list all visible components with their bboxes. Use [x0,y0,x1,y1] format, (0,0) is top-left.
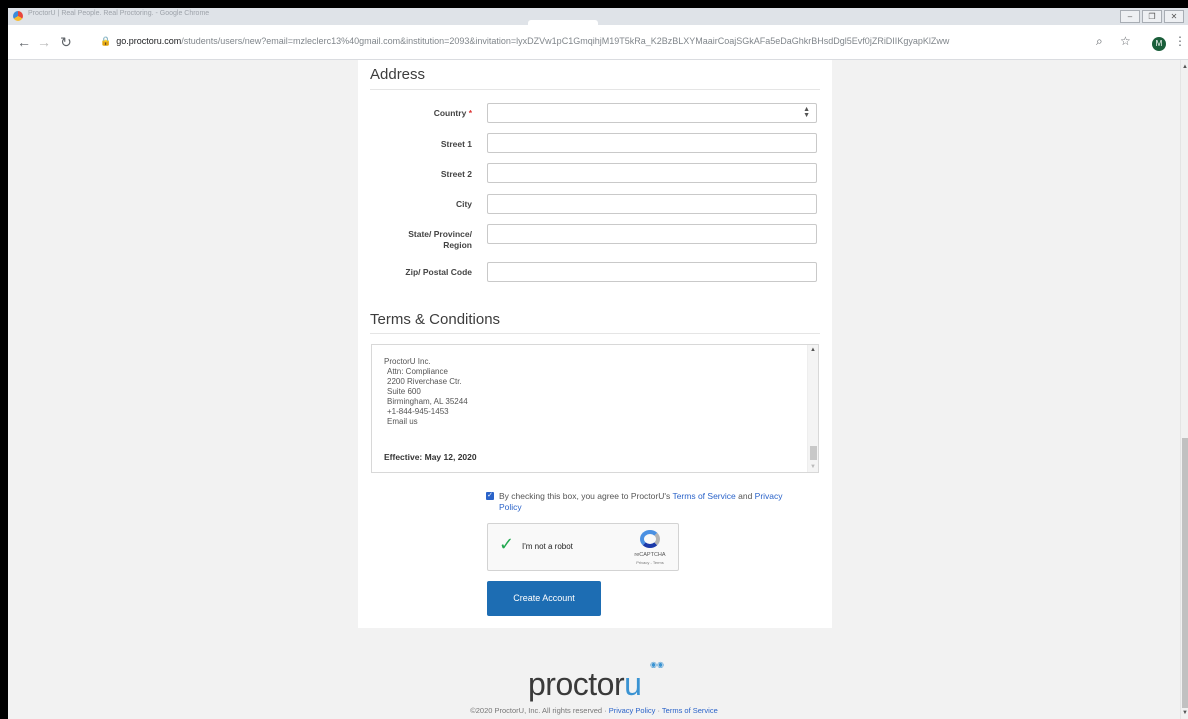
site-favicon-icon [13,11,23,21]
footer-terms-link[interactable]: Terms of Service [662,706,718,715]
street2-input[interactable] [487,163,817,183]
captcha-label: I'm not a robot [522,542,573,551]
browser-toolbar: ← → ↻ 🔒 go.proctoru.com/students/users/ne… [8,25,1188,60]
zoom-icon[interactable]: ⌕ [1096,34,1103,49]
terms-line: Suite 600 [387,387,421,396]
page-viewport: Address Country * ▲ ▼ Street 1 Street 2 C… [8,60,1180,719]
agree-checkbox[interactable]: ✓ [486,492,494,500]
page-scroll-thumb[interactable] [1182,438,1188,708]
terms-effective-date: Effective: May 12, 2020 [384,452,477,462]
address-section-title: Address [370,66,426,83]
street1-input[interactable] [487,133,817,153]
state-label: State/ Province/ Region [408,229,472,250]
proctoru-logo[interactable]: proctoru ◉◉ [528,660,668,702]
scroll-thumb[interactable] [810,446,817,460]
required-marker: * [468,108,472,118]
page-scrollbar[interactable]: ▲ ▼ [1180,60,1188,719]
scroll-down-icon[interactable]: ▼ [810,464,816,470]
minimize-icon[interactable]: – [1120,10,1140,23]
address-bar[interactable]: 🔒 go.proctoru.com/students/users/new?emai… [100,36,1040,47]
create-account-button[interactable]: Create Account [487,581,601,616]
agree-text: By checking this box, you agree to Proct… [499,491,673,501]
terms-line: Attn: Compliance [387,367,448,376]
recaptcha-widget[interactable]: ✓ I'm not a robot reCAPTCHA Privacy - Te… [487,523,679,571]
url-path: /students/users/new?email=mzleclerc13%40… [181,36,950,46]
url-host: go.proctoru.com [116,36,182,46]
recaptcha-logo-icon [640,530,660,548]
footer: ©2020 ProctorU, Inc. All rights reserved… [470,706,718,715]
street1-label: Street 1 [440,139,472,149]
footer-privacy-link[interactable]: Privacy Policy [609,706,656,715]
owl-eyes-icon: ◉◉ [650,660,664,669]
state-input[interactable] [487,224,817,244]
terms-scrollbar[interactable]: ▲ ▼ [807,345,818,472]
terms-line: 2200 Riverchase Ctr. [387,377,462,386]
scroll-down-icon[interactable]: ▼ [1182,710,1188,716]
bookmark-star-icon[interactable]: ☆ [1120,34,1131,48]
terms-of-service-link[interactable]: Terms of Service [672,491,735,501]
agree-and: and [735,491,755,501]
terms-scroll-box[interactable]: ProctorU Inc. Attn: Compliance 2200 Rive… [371,344,819,473]
terms-section-title: Terms & Conditions [370,311,501,328]
captcha-brand: reCAPTCHA [634,552,666,558]
street2-label: Street 2 [440,169,472,179]
zip-label: Zip/ Postal Code [405,267,472,277]
country-label: Country * [433,108,472,118]
back-icon[interactable]: ← [16,34,32,50]
terms-line: +1-844-945-1453 [387,407,449,416]
copyright-text: ©2020 ProctorU, Inc. All rights reserved… [470,706,609,715]
scroll-up-icon[interactable]: ▲ [810,347,816,353]
restore-icon[interactable]: ❐ [1142,10,1162,23]
terms-email-link[interactable]: Email us [387,417,418,426]
divider [370,333,820,334]
window-title: ProctorU | Real People. Real Proctoring.… [28,10,210,17]
reload-icon[interactable]: ↻ [58,34,74,50]
zip-input[interactable] [487,262,817,282]
menu-kebab-icon[interactable]: ⋮ [1174,34,1186,48]
city-input[interactable] [487,194,817,214]
profile-avatar[interactable]: M [1152,37,1166,51]
country-select[interactable]: ▲ ▼ [487,103,817,123]
select-arrows-icon: ▲ ▼ [803,106,810,119]
registration-card: Address Country * ▲ ▼ Street 1 Street 2 C… [358,60,832,628]
window-controls: – ❐ ✕ [1120,10,1184,23]
window-titlebar: ProctorU | Real People. Real Proctoring.… [8,8,1188,25]
lock-icon: 🔒 [100,36,112,46]
forward-icon[interactable]: → [36,34,52,50]
city-label: City [455,199,472,209]
terms-line: Birmingham, AL 35244 [387,397,468,406]
checkmark-icon[interactable]: ✓ [499,534,514,555]
divider [370,89,820,90]
scroll-up-icon[interactable]: ▲ [1182,64,1188,70]
terms-agreement: ✓ By checking this box, you agree to Pro… [486,491,806,513]
terms-line: ProctorU Inc. [384,357,431,366]
captcha-links[interactable]: Privacy - Terms [628,560,672,565]
close-icon[interactable]: ✕ [1164,10,1184,23]
